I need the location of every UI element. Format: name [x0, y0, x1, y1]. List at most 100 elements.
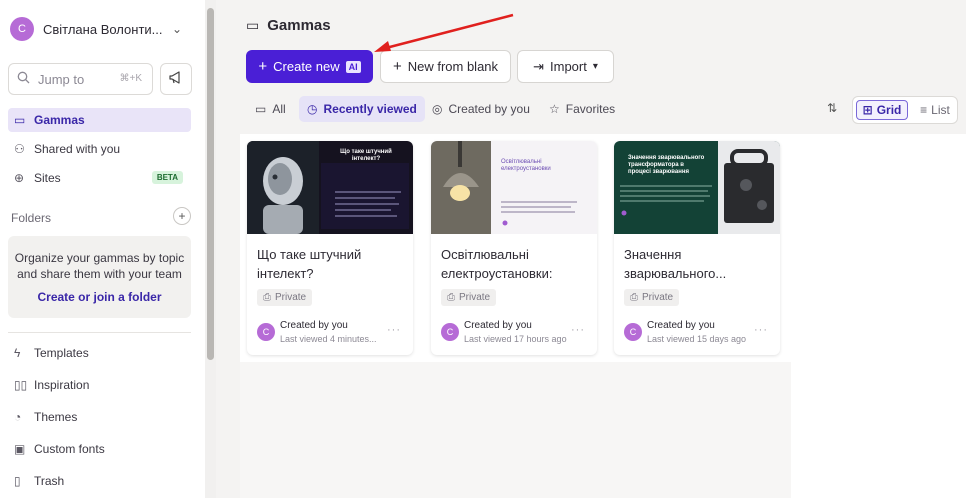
- privacy-label: Private: [275, 292, 307, 303]
- privacy-label: Private: [642, 292, 674, 303]
- star-icon: ☆: [549, 102, 560, 116]
- sidebar-item-shared[interactable]: ⚇ Shared with you: [8, 137, 191, 161]
- avatar: C: [10, 17, 34, 41]
- create-folder-link[interactable]: Create or join a folder: [8, 290, 191, 304]
- jump-to-search[interactable]: Jump to ⌘+K: [8, 63, 153, 95]
- sort-icon[interactable]: ⇅: [827, 101, 837, 115]
- gamma-card[interactable]: Значення зварювального трансформатора в …: [614, 141, 780, 355]
- thumbnail-title: Що таке штучний інтелект?: [340, 149, 392, 162]
- sidebar-item-custom-fonts[interactable]: ▣ Custom fonts: [8, 437, 191, 461]
- sidebar-scrollbar-thumb[interactable]: [207, 8, 214, 360]
- font-icon: ▣: [14, 442, 26, 456]
- tab-all[interactable]: ▭ All: [247, 96, 294, 122]
- book-icon: ▯▯: [14, 378, 28, 392]
- avatar: C: [257, 323, 275, 341]
- chevron-down-icon: ▾: [592, 61, 598, 72]
- create-new-button[interactable]: + Create new AI: [246, 50, 373, 83]
- tab-label: All: [272, 102, 286, 116]
- sidebar-item-label: Custom fonts: [34, 442, 105, 456]
- card-title: Освітлювальні електроустановки:: [441, 247, 553, 281]
- jump-to-placeholder: Jump to: [38, 71, 85, 87]
- view-toggle: ⊞ Grid ≡ List: [852, 96, 958, 124]
- creator-label: Created by you: [280, 320, 348, 331]
- import-button[interactable]: ⇥ Import ▾: [517, 50, 614, 83]
- clock-icon: ◷: [307, 102, 318, 116]
- privacy-badge: ⎙ Private: [441, 289, 497, 306]
- grid-view-button[interactable]: ⊞ Grid: [856, 100, 908, 120]
- import-icon: ⇥: [533, 58, 545, 74]
- folders-empty-state: Organize your gammas by topic and share …: [8, 236, 191, 318]
- list-icon: ≡: [920, 103, 928, 117]
- list-view-button[interactable]: ≡ List: [915, 100, 955, 120]
- more-options-icon[interactable]: ···: [754, 324, 768, 336]
- account-switcher[interactable]: C Світлана Волонти... ⌄: [10, 12, 190, 46]
- sidebar-item-label: Shared with you: [34, 142, 121, 156]
- last-viewed: Last viewed 17 hours ago: [464, 334, 567, 344]
- tab-recently-viewed[interactable]: ◷ Recently viewed: [299, 96, 425, 122]
- tab-favorites[interactable]: ☆ Favorites: [541, 96, 623, 122]
- annotation-arrow: [374, 13, 514, 52]
- sidebar-item-label: Themes: [34, 410, 78, 424]
- card-title: Що таке штучний інтелект?: [257, 247, 362, 281]
- sidebar-item-label: Inspiration: [34, 378, 90, 392]
- templates-icon: ϟ: [14, 346, 21, 360]
- card-thumbnail: Що таке штучний інтелект?: [247, 141, 413, 234]
- announcements-button[interactable]: [160, 63, 192, 95]
- beta-badge: BETA: [151, 171, 183, 184]
- tab-label: Favorites: [565, 102, 616, 116]
- plus-icon: +: [258, 58, 268, 75]
- creator-label: Created by you: [647, 320, 715, 331]
- creator-label: Created by you: [464, 320, 532, 331]
- sidebar-item-templates[interactable]: ϟ Templates: [8, 341, 191, 365]
- gamma-card[interactable]: Освітлювальні електроустановки Освітлюва…: [431, 141, 597, 355]
- card-title: Значення зварювального...: [624, 247, 727, 281]
- sidebar-item-label: Templates: [34, 346, 89, 360]
- folders-header: Folders: [11, 211, 52, 225]
- sidebar-item-label: Trash: [34, 474, 65, 488]
- sidebar-item-inspiration[interactable]: ▯▯ Inspiration: [8, 373, 191, 397]
- sidebar-item-themes[interactable]: ◔ Themes: [8, 405, 191, 429]
- cards-area-empty: [240, 362, 791, 498]
- lock-icon: ⎙: [447, 292, 455, 303]
- divider: [8, 332, 191, 333]
- gamma-card[interactable]: Що таке штучний інтелект? Що таке штучни…: [247, 141, 413, 355]
- ai-badge: AI: [345, 60, 361, 73]
- privacy-badge: ⎙ Private: [624, 289, 680, 306]
- card-thumbnail: Освітлювальні електроустановки: [431, 141, 597, 234]
- avatar: C: [441, 323, 459, 341]
- card-thumbnail: Значення зварювального трансформатора в …: [614, 141, 780, 234]
- account-name: Світлана Волонти...: [43, 21, 163, 37]
- megaphone-icon: [168, 71, 184, 87]
- sidebar-item-trash[interactable]: ▯ Trash: [8, 469, 191, 493]
- people-icon: ⚇: [14, 142, 25, 156]
- sidebar-item-sites[interactable]: ⊕ Sites BETA: [8, 166, 191, 190]
- add-folder-button[interactable]: +: [173, 207, 191, 225]
- sidebar-item-label: Sites: [34, 171, 61, 185]
- more-options-icon[interactable]: ···: [387, 324, 401, 336]
- tab-label: Created by you: [448, 102, 530, 116]
- create-new-label: Create new: [273, 59, 340, 74]
- lamp-image: [431, 141, 577, 234]
- grid-icon: ⊞: [862, 103, 873, 117]
- page-title: ▭ Gammas: [246, 17, 331, 34]
- sidebar-item-gammas[interactable]: ▭ Gammas: [8, 108, 191, 132]
- chevron-down-icon: ⌄: [171, 22, 182, 36]
- last-viewed: Last viewed 15 days ago: [647, 334, 747, 344]
- gammas-icon: ▭: [246, 17, 260, 33]
- privacy-label: Private: [459, 292, 491, 303]
- thumbnail-title: Освітлювальні електроустановки: [501, 159, 551, 172]
- jump-shortcut: ⌘+K: [119, 73, 142, 84]
- globe-icon: ⊕: [14, 171, 25, 185]
- trash-icon: ▯: [14, 474, 21, 488]
- tab-label: Recently viewed: [323, 102, 417, 116]
- privacy-badge: ⎙ Private: [257, 289, 313, 306]
- grid-view-label: Grid: [876, 103, 902, 117]
- page-title-text: Gammas: [267, 17, 331, 34]
- tab-created-by-you[interactable]: ◎ Created by you: [424, 96, 538, 122]
- import-label: Import: [550, 59, 587, 74]
- new-from-blank-label: New from blank: [407, 59, 499, 74]
- lock-icon: ⎙: [263, 292, 271, 303]
- folders-empty-text: Organize your gammas by topic and share …: [14, 251, 185, 281]
- user-icon: ◎: [432, 102, 443, 116]
- more-options-icon[interactable]: ···: [571, 324, 585, 336]
